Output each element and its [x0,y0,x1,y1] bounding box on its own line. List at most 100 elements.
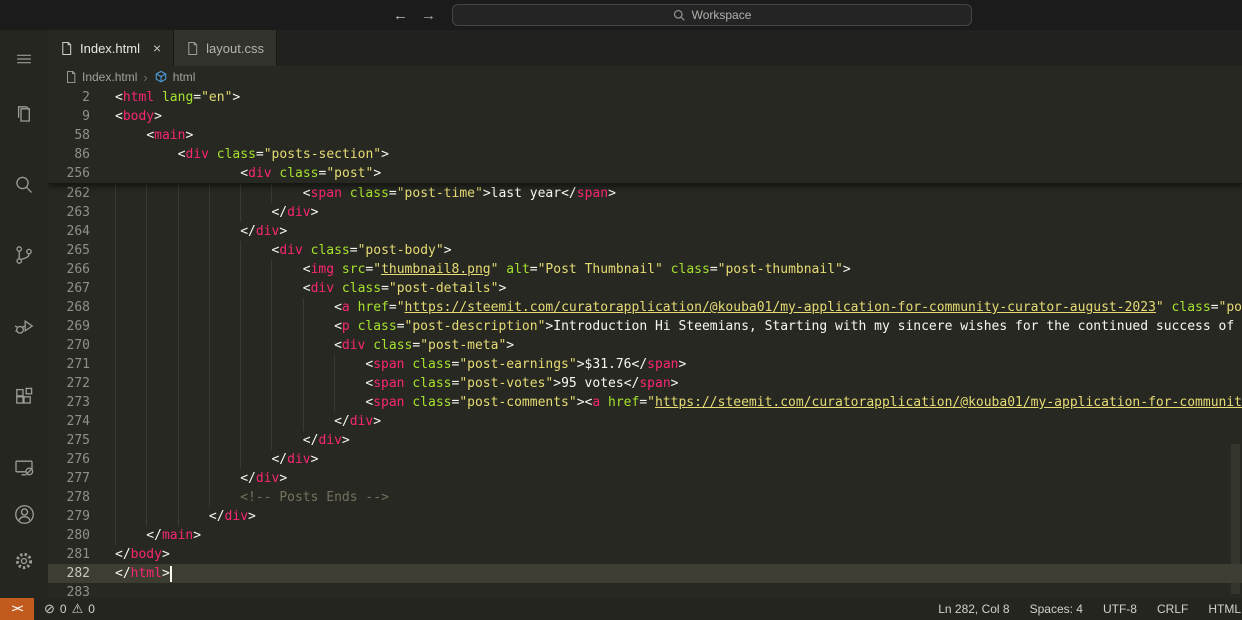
code-line-272[interactable]: 272 <span class="post-votes">95 votes</sp… [48,374,1242,393]
tab-bar: Index.html × layout.css [48,30,1242,66]
code-line-264[interactable]: 264 </div> [48,222,1242,241]
line-number[interactable]: 9 [48,107,115,126]
search-sidebar-icon[interactable] [0,161,48,208]
line-number[interactable]: 269 [48,317,115,336]
line-number[interactable]: 274 [48,412,115,431]
code-line-2[interactable]: 2 <html lang="en"> [48,88,1242,107]
indent-guide [146,488,177,507]
line-number[interactable]: 271 [48,355,115,374]
indent-guide [240,260,271,279]
run-debug-icon[interactable] [0,303,48,350]
line-number[interactable]: 256 [48,164,115,183]
code-line-263[interactable]: 263 </div> [48,203,1242,222]
menu-icon[interactable] [0,36,48,83]
error-icon: ⊘ [44,601,55,616]
source-control-icon[interactable] [0,232,48,279]
line-number[interactable]: 265 [48,241,115,260]
remote-explorer-icon[interactable] [0,444,48,491]
code-line-267[interactable]: 267 <div class="post-details"> [48,279,1242,298]
line-number[interactable]: 282 [48,564,115,583]
code-line-266[interactable]: 266 <img src="thumbnail8.png" alt="Post T… [48,260,1242,279]
command-center-search[interactable]: Workspace [452,4,972,26]
code-line-262[interactable]: 262 <span class="post-time">last year</sp… [48,184,1242,203]
code-line-271[interactable]: 271 <span class="post-earnings">$31.76</s… [48,355,1242,374]
breadcrumb-file[interactable]: Index.html [65,70,137,84]
editor[interactable]: 2 <html lang="en"> 9 <body> 58 <main> 86 <div… [48,88,1242,598]
line-number[interactable]: 267 [48,279,115,298]
indent-guide [146,336,177,355]
code-content: <span class="post-votes">95 votes</span> [115,374,1242,393]
line-number[interactable]: 2 [48,88,115,107]
encoding-status[interactable]: UTF-8 [1093,598,1147,620]
line-number[interactable]: 277 [48,469,115,488]
line-number[interactable]: 278 [48,488,115,507]
code-line-278[interactable]: 278 <!-- Posts Ends --> [48,488,1242,507]
line-number[interactable]: 283 [48,583,115,598]
code-line-58[interactable]: 58 <main> [48,126,1242,145]
code-line-275[interactable]: 275 </div> [48,431,1242,450]
line-number[interactable]: 266 [48,260,115,279]
code-line-269[interactable]: 269 <p class="post-description">Introduct… [48,317,1242,336]
code-line-273[interactable]: 273 <span class="post-comments"><a href="… [48,393,1242,412]
indent-guide [208,184,240,203]
code-line-277[interactable]: 277 </div> [48,469,1242,488]
code-line-268[interactable]: 268 <a href="https://steemit.com/curatora… [48,298,1242,317]
close-icon[interactable]: × [153,40,161,56]
indent-guide [177,450,209,469]
code-content: <img src="thumbnail8.png" alt="Post Thum… [115,260,1242,279]
code-line-281[interactable]: 281 </body> [48,545,1242,564]
line-number[interactable]: 270 [48,336,115,355]
line-number[interactable]: 272 [48,374,115,393]
indent-guide [115,469,146,488]
line-number[interactable]: 268 [48,298,115,317]
indent-guide [115,374,146,393]
title-bar: ← → Workspace [0,0,1242,30]
code-line-265[interactable]: 265 <div class="post-body"> [48,241,1242,260]
line-number[interactable]: 263 [48,203,115,222]
forward-arrow-icon[interactable]: → [421,7,436,24]
code-line-274[interactable]: 274 </div> [48,412,1242,431]
code-line-256[interactable]: 256 <div class="post"> [48,164,1242,183]
line-number[interactable]: 264 [48,222,115,241]
error-count: 0 [59,602,67,616]
language-mode-status[interactable]: HTML [1198,598,1242,620]
eol-status[interactable]: CRLF [1147,598,1198,620]
indentation-status[interactable]: Spaces: 4 [1020,598,1093,620]
indent-guide [146,298,177,317]
line-number[interactable]: 86 [48,145,115,164]
account-icon[interactable] [0,491,48,538]
indent-guide [177,412,209,431]
code-line-283[interactable]: 283 [48,583,1242,598]
settings-gear-icon[interactable] [0,537,48,584]
code-line-282[interactable]: 282 </html> [48,564,1242,583]
indent-guide [271,374,302,393]
code-line-270[interactable]: 270 <div class="post-meta"> [48,336,1242,355]
code-line-86[interactable]: 86 <div class="posts-section"> [48,145,1242,164]
explorer-icon[interactable] [0,91,48,138]
line-number[interactable]: 279 [48,507,115,526]
line-number[interactable]: 275 [48,431,115,450]
code-line-276[interactable]: 276 </div> [48,450,1242,469]
vertical-scrollbar[interactable] [1231,444,1240,594]
remote-indicator[interactable]: >< [0,598,34,620]
tab-layout-css[interactable]: layout.css [174,30,277,66]
tab-index-html[interactable]: Index.html × [48,30,175,66]
line-number[interactable]: 276 [48,450,115,469]
code-line-9[interactable]: 9 <body> [48,107,1242,126]
breadcrumb-symbol[interactable]: html [154,70,195,84]
cursor-position-status[interactable]: Ln 282, Col 8 [928,598,1019,620]
line-number[interactable]: 58 [48,126,115,145]
extensions-icon[interactable] [0,373,48,420]
code-line-279[interactable]: 279 </div> [48,507,1242,526]
line-number[interactable]: 273 [48,393,115,412]
code-content [115,583,1242,598]
tab-label: layout.css [206,40,264,56]
problems-status[interactable]: ⊘ 0 ⚠ 0 [44,601,95,617]
back-arrow-icon[interactable]: ← [393,7,408,24]
code-area[interactable]: 262 <span class="post-time">last year</sp… [48,184,1242,598]
line-number[interactable]: 280 [48,526,115,545]
line-number[interactable]: 262 [48,184,115,203]
indent-guide [115,526,146,545]
code-line-280[interactable]: 280 </main> [48,526,1242,545]
line-number[interactable]: 281 [48,545,115,564]
